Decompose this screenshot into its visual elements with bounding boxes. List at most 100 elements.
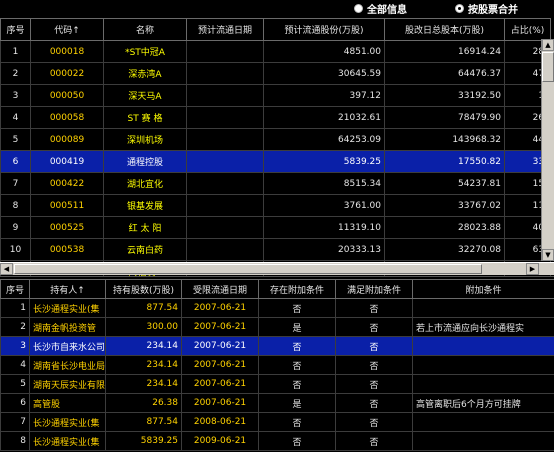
stock-code: 000422 [30, 172, 104, 195]
row-number: 7 [0, 172, 31, 195]
has-condition: 是 [258, 317, 336, 337]
stock-table-horizontal-scrollbar[interactable]: ◀ ▶ [0, 262, 554, 275]
stock-name: 深天马A [103, 84, 187, 107]
holder-name: 高管股 [29, 393, 106, 413]
stock-code: 000089 [30, 128, 104, 151]
condition-text [412, 336, 554, 356]
expected-date [186, 216, 264, 239]
holder-table-row[interactable]: 1 长沙通程实业(集 877.54 2007-06-21 否否 [0, 298, 554, 318]
held-shares: 26.38 [105, 393, 182, 413]
total-shares: 54237.81 [384, 172, 505, 195]
col-header-holder[interactable]: 持有人↑ [29, 279, 106, 299]
stock-table-row[interactable]: 7 000422 湖北宜化 8515.34 54237.81 15. [0, 172, 551, 195]
condition-met: 否 [335, 393, 413, 413]
expected-date [186, 106, 264, 129]
holder-table-row[interactable]: 4 湖南省长沙电业局 234.14 2007-06-21 否否 [0, 355, 554, 375]
holder-name: 湖南省长沙电业局 [29, 355, 106, 375]
holder-name: 湖南天辰实业有限 [29, 374, 106, 394]
stock-table-row[interactable]: 4 000058 ST 赛 格 21032.61 78479.90 26. [0, 106, 551, 129]
col-header-ratio[interactable]: 占比(%) [504, 18, 551, 41]
stock-name: 银基发展 [103, 194, 187, 217]
expected-shares: 3761.00 [263, 194, 385, 217]
stock-table-row[interactable]: 2 000022 深赤湾A 30645.59 64476.37 47. [0, 62, 551, 85]
condition-met: 否 [335, 336, 413, 356]
row-number: 5 [0, 128, 31, 151]
expected-shares: 4851.00 [263, 40, 385, 63]
holder-table-row[interactable]: 8 长沙通程实业(集 5839.25 2009-06-21 否否 [0, 431, 554, 451]
stock-table-row[interactable]: 5 000089 深圳机场 64253.09 143968.32 44. [0, 128, 551, 151]
expected-shares: 21032.61 [263, 106, 385, 129]
expected-date [186, 128, 264, 151]
stock-name: 云南白药 [103, 238, 187, 261]
condition-text: 高管离职后6个月方可挂牌 [412, 393, 554, 413]
held-shares: 877.54 [105, 412, 182, 432]
col-header-code[interactable]: 代码↑ [30, 18, 104, 41]
row-number: 8 [0, 194, 31, 217]
scroll-up-arrow-icon[interactable]: ▲ [542, 39, 554, 51]
stock-table-row[interactable]: 1 000018 *ST中冠A 4851.00 16914.24 28. [0, 40, 551, 63]
condition-text [412, 412, 554, 432]
row-number: 3 [0, 84, 31, 107]
expected-shares: 20333.13 [263, 238, 385, 261]
stock-table-row[interactable]: 9 000525 红 太 阳 11319.10 28023.88 40. [0, 216, 551, 239]
col-header-condition[interactable]: 附加条件 [412, 279, 554, 299]
has-condition: 否 [258, 431, 336, 451]
radio-checked-icon [455, 3, 464, 13]
stock-code: 000538 [30, 238, 104, 261]
col-header-held-shares[interactable]: 持有股数(万股) [105, 279, 182, 299]
total-shares: 32270.08 [384, 238, 505, 261]
holder-table: 序号 持有人↑ 持有股数(万股) 受限流通日期 存在附加条件 满足附加条件 附加… [0, 279, 554, 451]
holder-table-row[interactable]: 7 长沙通程实业(集 877.54 2008-06-21 否否 [0, 412, 554, 432]
stock-name: *ST中冠A [103, 40, 187, 63]
holder-table-row[interactable]: 5 湖南天辰实业有限 234.14 2007-06-21 否否 [0, 374, 554, 394]
stock-name: 通程控股 [103, 150, 187, 173]
stock-table-header: 序号 代码↑ 名称 预计流通日期 预计流通股份(万股) 股改日总股本(万股) 占… [0, 18, 551, 41]
scroll-down-arrow-icon[interactable]: ▼ [542, 249, 554, 261]
holder-table-row[interactable]: 2 湖南金帆投资管 300.00 2007-06-21 是否若上市流通应向长沙通程实 [0, 317, 554, 337]
col-header-expected-shares[interactable]: 预计流通股份(万股) [263, 18, 385, 41]
restricted-date: 2009-06-21 [181, 431, 259, 451]
scroll-left-arrow-icon[interactable]: ◀ [0, 263, 13, 275]
stock-code: 000511 [30, 194, 104, 217]
col-header-expected-date[interactable]: 预计流通日期 [186, 18, 264, 41]
stock-table-row[interactable]: 10 000538 云南白药 20333.13 32270.08 63. [0, 238, 551, 261]
condition-met: 否 [335, 374, 413, 394]
holder-name: 长沙通程实业(集 [29, 431, 106, 451]
expected-date [186, 62, 264, 85]
col-header-total-shares[interactable]: 股改日总股本(万股) [384, 18, 505, 41]
held-shares: 234.14 [105, 355, 182, 375]
stock-table-vertical-scrollbar[interactable]: ▲ ▼ [541, 39, 554, 261]
total-shares: 64476.37 [384, 62, 505, 85]
row-number: 2 [0, 317, 30, 337]
col-header-condition-met[interactable]: 满足附加条件 [335, 279, 413, 299]
col-header-no[interactable]: 序号 [0, 18, 31, 41]
horizontal-scroll-thumb[interactable] [14, 264, 482, 274]
stock-table-row[interactable]: 6 000419 通程控股 5839.25 17550.82 33. [0, 150, 551, 173]
condition-met: 否 [335, 317, 413, 337]
scroll-right-arrow-icon[interactable]: ▶ [526, 263, 539, 275]
holder-table-row[interactable]: 3 长沙市自来水公司 234.14 2007-06-21 否否 [0, 336, 554, 356]
total-shares: 143968.32 [384, 128, 505, 151]
merge-by-stock-radio[interactable]: 按股票合并 [455, 1, 518, 16]
condition-met: 否 [335, 355, 413, 375]
col-header-has-condition[interactable]: 存在附加条件 [258, 279, 336, 299]
total-shares: 78479.90 [384, 106, 505, 129]
stock-code: 000022 [30, 62, 104, 85]
col-header-no[interactable]: 序号 [0, 279, 30, 299]
restricted-date: 2007-06-21 [181, 298, 259, 318]
all-info-radio[interactable]: 全部信息 [354, 1, 407, 16]
col-header-name[interactable]: 名称 [103, 18, 187, 41]
condition-met: 否 [335, 431, 413, 451]
stock-table-row[interactable]: 3000050深天马A397.1233192.501. [0, 84, 551, 107]
stock-table-row[interactable]: 8 000511 银基发展 3761.00 33767.02 11. [0, 194, 551, 217]
vertical-scroll-thumb[interactable] [542, 52, 554, 82]
stock-code: 000050 [30, 84, 104, 107]
col-header-restricted-date[interactable]: 受限流通日期 [181, 279, 259, 299]
holder-name: 长沙通程实业(集 [29, 298, 106, 318]
expected-shares: 11319.10 [263, 216, 385, 239]
row-number: 9 [0, 216, 31, 239]
held-shares: 234.14 [105, 336, 182, 356]
has-condition: 否 [258, 298, 336, 318]
holder-table-row[interactable]: 6 高管股 26.38 2007-06-21 是否高管离职后6个月方可挂牌 [0, 393, 554, 413]
expected-date [186, 194, 264, 217]
